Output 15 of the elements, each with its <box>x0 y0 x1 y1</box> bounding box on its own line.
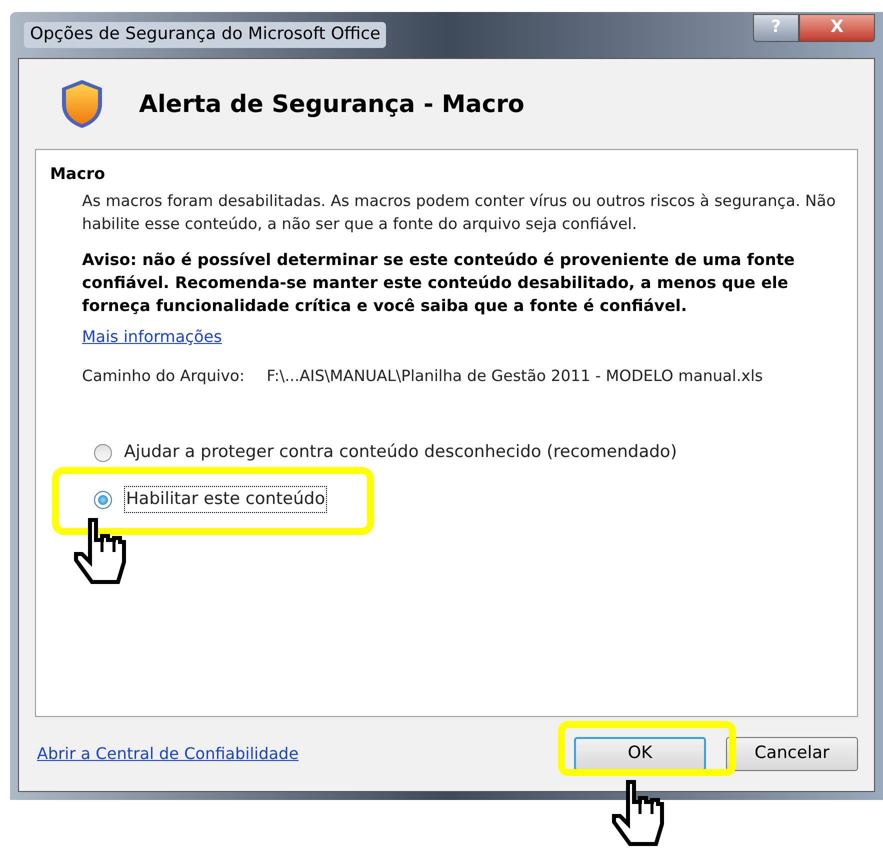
radio-button[interactable] <box>94 444 112 462</box>
dialog-button[interactable]: Cancelar <box>726 737 858 771</box>
window-title: Opções de Segurança do Microsoft Office <box>24 22 386 48</box>
section-title: Macro <box>50 163 106 185</box>
radio-button[interactable] <box>94 490 112 508</box>
path-value: F:\...AIS\MANUAL\Planilha de Gestão 2011 - MODELO manual.xls <box>266 366 763 387</box>
trust-center-link[interactable]: Abrir a Central de Confiabilidade <box>37 742 299 766</box>
radio-option[interactable]: Ajudar a proteger contra conteúdo desconhecido (recomendado) <box>94 440 677 466</box>
alert-heading: Alerta de Segurança - Macro <box>139 89 524 120</box>
dialog-button[interactable]: OK <box>574 737 706 771</box>
warning-text: Aviso: não é possível determinar se este conteúdo é proveniente de uma fonte confiável. Recomenda-se manter este conteúdo desabilitado, a menos que ele forneça funcionalidade crítica e você saiba que a fonte é confiável. <box>82 249 796 317</box>
path-label: Caminho do Arquivo: <box>82 366 245 387</box>
shield-icon <box>59 78 105 130</box>
more-info-link[interactable]: Mais informações <box>82 325 222 349</box>
description-text: As macros foram desabilitadas. As macros podem conter vírus ou outros riscos à segurança. Não habilite esse conteúdo, a não ser que a fonte do arquivo seja confiável. <box>82 191 837 235</box>
